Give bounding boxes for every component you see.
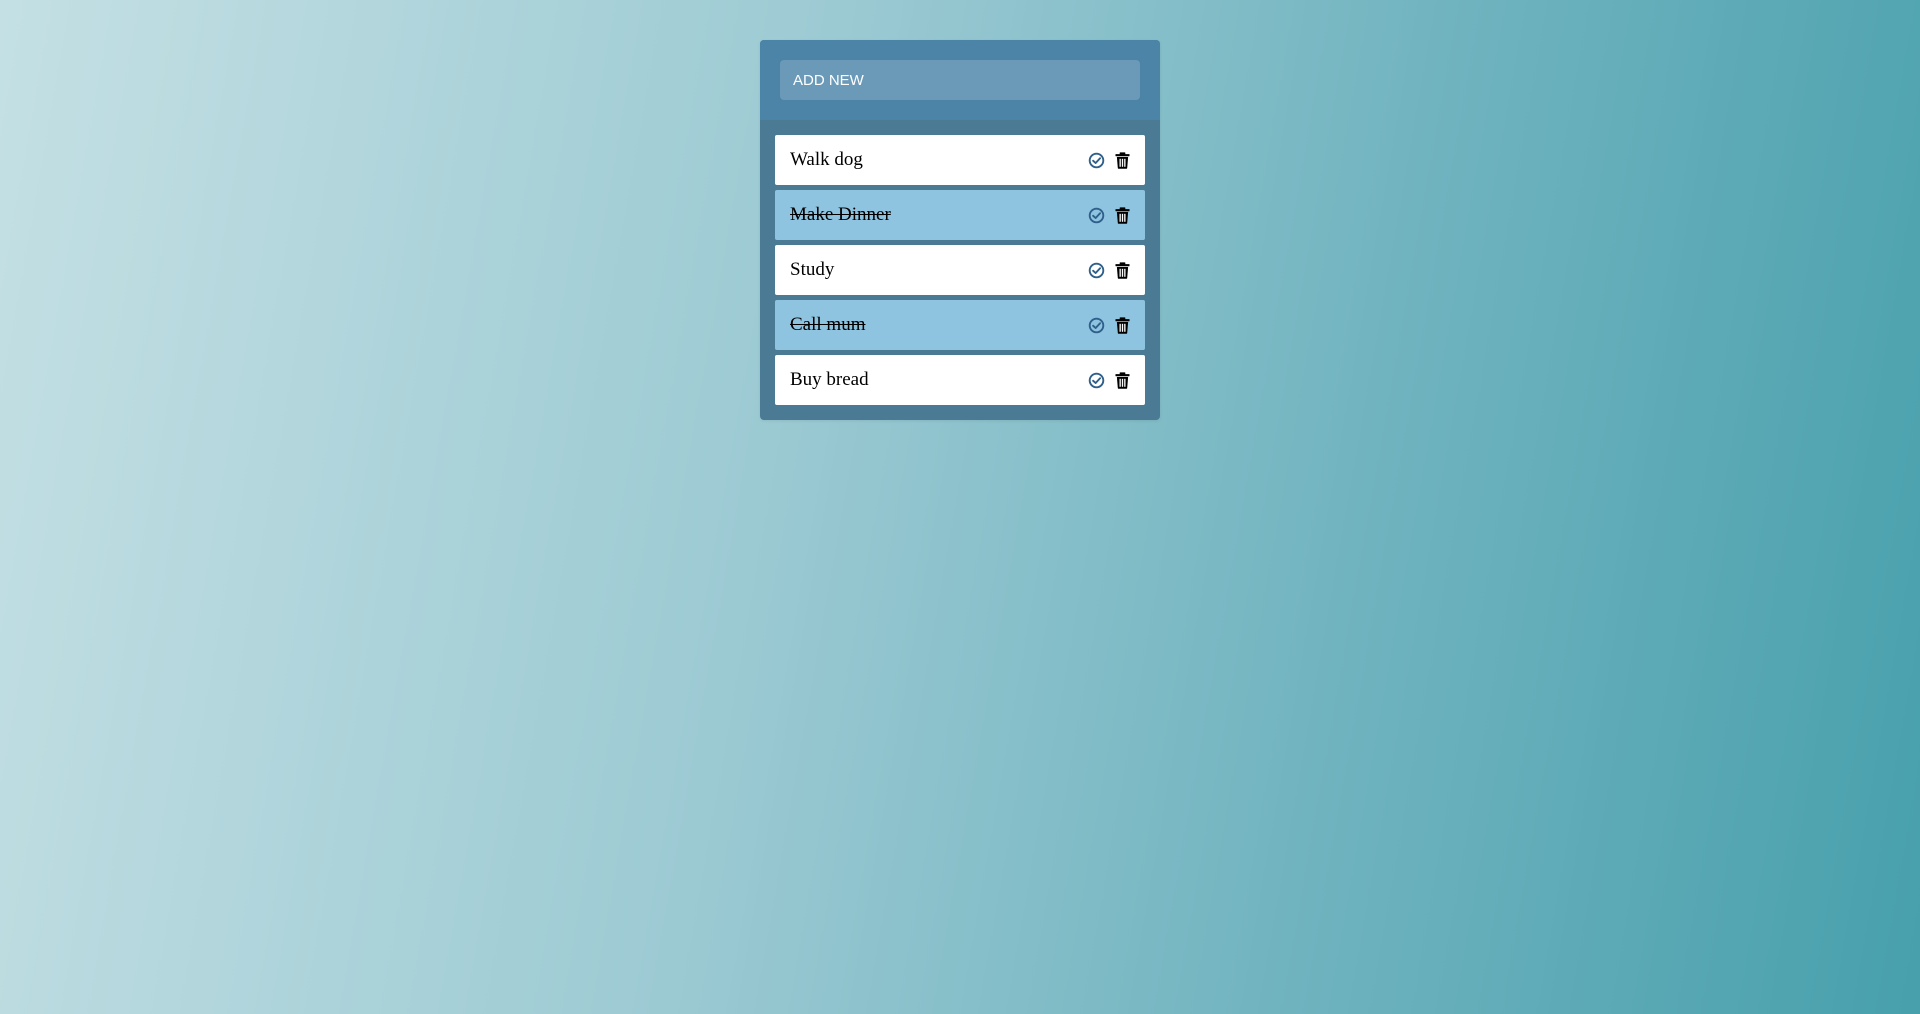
todo-item-text: Make Dinner xyxy=(790,204,891,225)
todo-item: Study xyxy=(775,245,1145,295)
check-circle-icon[interactable] xyxy=(1088,372,1105,389)
todo-item-text: Walk dog xyxy=(790,149,863,170)
check-circle-icon[interactable] xyxy=(1088,152,1105,169)
check-circle-icon[interactable] xyxy=(1088,262,1105,279)
todo-item-text: Buy bread xyxy=(790,369,869,390)
add-new-input[interactable] xyxy=(780,60,1140,100)
todo-item-text: Study xyxy=(790,259,835,280)
trash-icon[interactable] xyxy=(1114,151,1131,169)
todo-item: Walk dog xyxy=(775,135,1145,185)
trash-icon[interactable] xyxy=(1114,206,1131,224)
check-circle-icon[interactable] xyxy=(1088,207,1105,224)
todo-item-actions xyxy=(1088,371,1131,389)
todo-item-actions xyxy=(1088,316,1131,334)
todo-app: Walk dog Make Dinner Stu xyxy=(760,40,1160,420)
trash-icon[interactable] xyxy=(1114,316,1131,334)
trash-icon[interactable] xyxy=(1114,261,1131,279)
todo-item-text: Call mum xyxy=(790,314,866,335)
check-circle-icon[interactable] xyxy=(1088,317,1105,334)
todo-item: Call mum xyxy=(775,300,1145,350)
trash-icon[interactable] xyxy=(1114,371,1131,389)
todo-item-actions xyxy=(1088,261,1131,279)
todo-item: Buy bread xyxy=(775,355,1145,405)
todo-header xyxy=(760,40,1160,120)
todo-list: Walk dog Make Dinner Study Call mum Buy … xyxy=(760,120,1160,420)
todo-item: Make Dinner xyxy=(775,190,1145,240)
todo-item-actions xyxy=(1088,151,1131,169)
todo-item-actions xyxy=(1088,206,1131,224)
